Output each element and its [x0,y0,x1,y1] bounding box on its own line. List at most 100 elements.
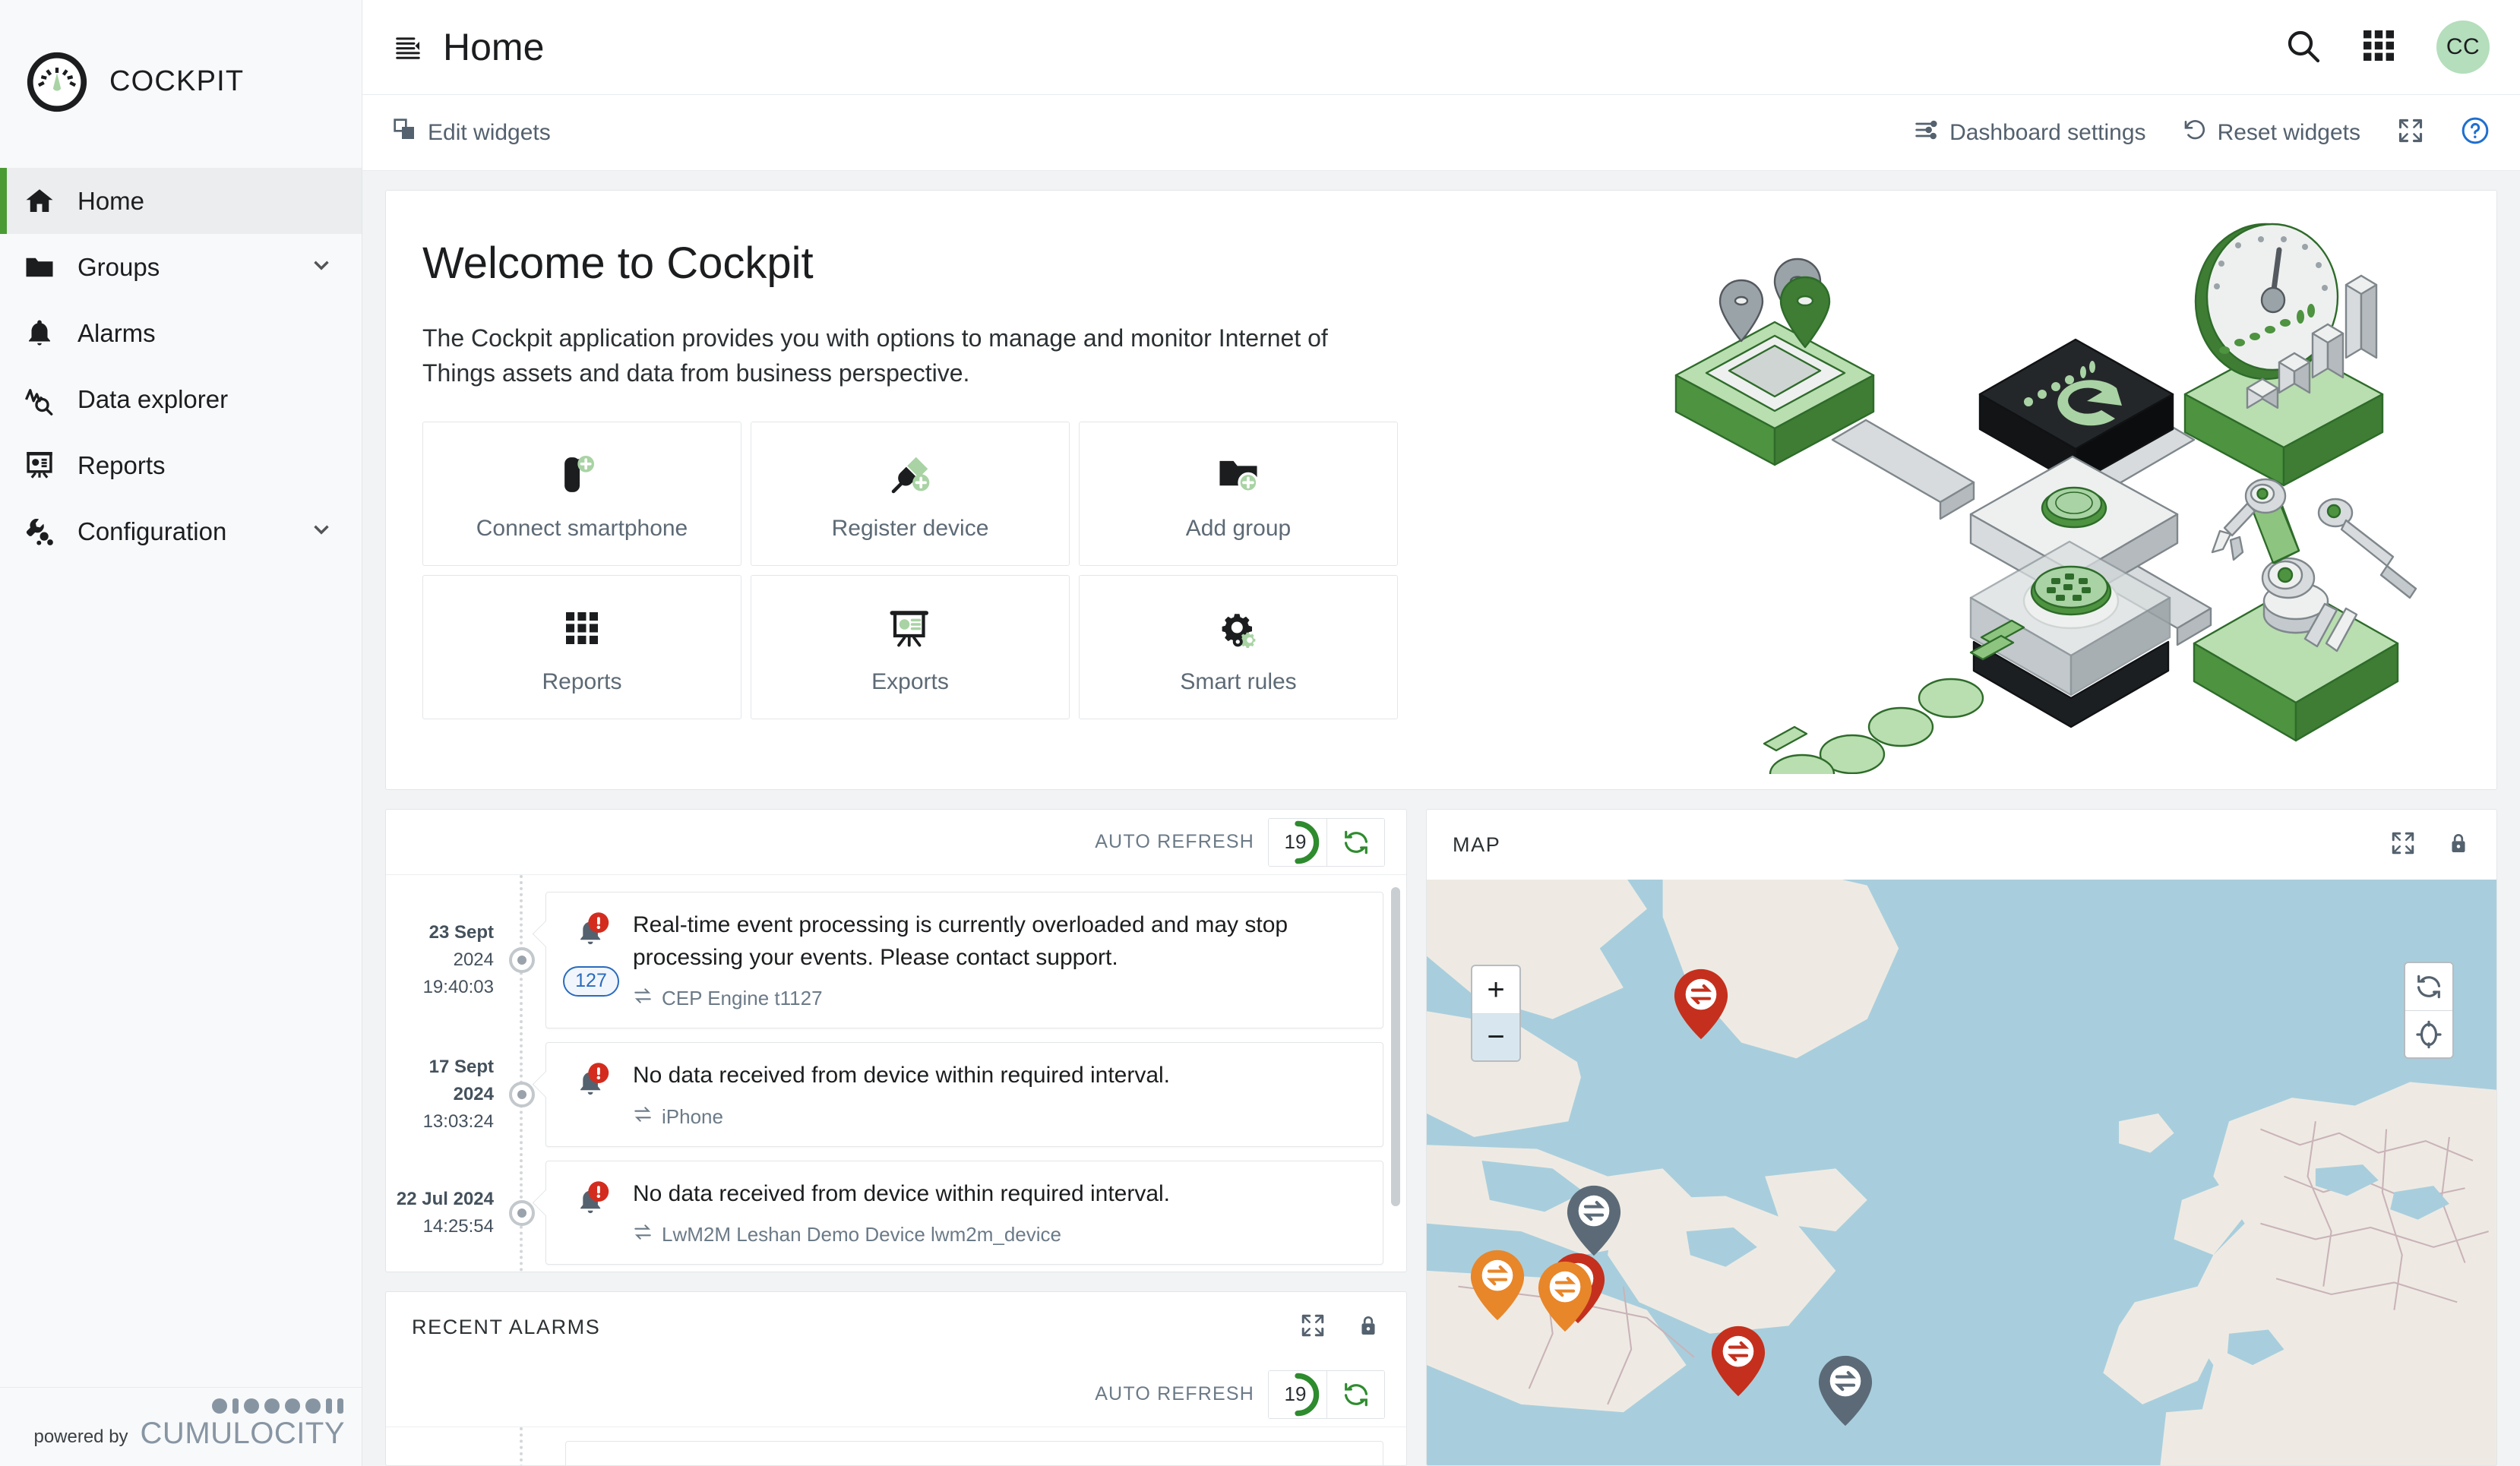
auto-refresh-label: AUTO REFRESH [1095,1383,1254,1404]
list-item[interactable]: 22 Jul 2024 14:25:54 No data received fr… [386,1160,1406,1265]
presentation-icon [21,450,58,482]
brand[interactable]: COCKPIT [0,0,362,163]
sidebar-item-reports[interactable]: Reports [0,432,362,498]
edit-widgets-button[interactable]: Edit widgets [393,118,551,148]
alarm-card[interactable] [565,1441,1383,1465]
right-widget-column: MAP + − [1426,809,2497,1466]
alarms-widget: AUTO REFRESH 19 23 Sept 2024 19:40:03 12… [385,809,1407,1272]
list-item[interactable]: 17 Sept 2024 13:03:24 No data received f… [386,1042,1406,1147]
countdown-value: 19 [1284,830,1307,853]
map-widget: MAP + − [1426,809,2497,1466]
refresh-icon[interactable] [1326,818,1384,866]
reset-widgets-label: Reset widgets [2217,119,2360,145]
sidebar-item-configuration[interactable]: Configuration [0,498,362,564]
alarm-card[interactable]: No data received from device within requ… [545,1160,1383,1265]
map-marker[interactable] [1817,1354,1873,1427]
map-right-control [2404,962,2454,1059]
search-icon[interactable] [2284,27,2321,68]
widget-row: AUTO REFRESH 19 23 Sept 2024 19:40:03 12… [385,809,2497,1466]
plug-plus-icon [887,446,934,504]
tile-reports[interactable]: Reports [422,574,741,719]
chevron-down-icon[interactable] [308,517,334,546]
tile-register-device[interactable]: Register device [751,421,1070,566]
alarm-count-badge: 127 [563,966,619,997]
sidebar-item-alarms[interactable]: Alarms [0,300,362,366]
alarm-list-scrollbar[interactable] [1391,887,1400,1206]
sidebar-item-label: Groups [77,252,160,281]
lock-icon[interactable] [1356,1313,1380,1341]
sidebar-item-home[interactable]: Home [0,168,362,234]
help-circle-icon[interactable] [2461,116,2490,149]
cumulocity-wordmark: CUMULOCITY [140,1417,345,1450]
device-icon [633,986,653,1011]
alarm-source[interactable]: iPhone [633,1104,1363,1130]
expand-icon[interactable] [2397,117,2424,148]
alarm-message: No data received from device within requ… [633,1180,1171,1206]
alarms-refresh-bar: AUTO REFRESH 19 [386,810,1406,875]
tile-label: Add group [1185,515,1292,541]
alarm-card[interactable]: 127 Real-time event processing is curren… [545,892,1383,1029]
map-marker[interactable] [1673,968,1729,1041]
quick-action-tiles: Connect smartphone Register device Add g… [422,421,1465,719]
left-widget-column: AUTO REFRESH 19 23 Sept 2024 19:40:03 12… [385,809,1407,1466]
tile-connect-smartphone[interactable]: Connect smartphone [422,421,741,566]
alarm-critical-icon [572,912,610,957]
sidebar: COCKPIT Home Groups Alarms Data explorer… [0,0,362,1466]
map-canvas[interactable]: + − [1427,880,2496,1465]
chevron-down-icon[interactable] [308,252,334,282]
tile-smart-rules[interactable]: Smart rules [1079,574,1398,719]
sidebar-item-label: Home [77,186,145,215]
map-zoom-out-button[interactable]: − [1472,1013,1519,1060]
timeline-dot-icon [509,1081,535,1107]
bell-icon [21,318,58,349]
expand-icon[interactable] [1300,1313,1326,1342]
lock-icon[interactable] [2446,831,2471,859]
sidebar-item-groups[interactable]: Groups [0,234,362,300]
collapse-sidebar-icon[interactable] [385,33,431,62]
alarm-source[interactable]: CEP Engine t1127 [633,986,1363,1011]
page-title: Home [443,26,545,68]
welcome-widget: Welcome to Cockpit The Cockpit applicati… [385,190,2497,790]
alarm-source[interactable]: LwM2M Leshan Demo Device lwm2m_device [633,1222,1363,1247]
alarm-list: 23 Sept 2024 19:40:03 127 Real-time even… [386,875,1406,1272]
dashboard-toolbar: Edit widgets Dashboard settings Reset wi… [362,95,2520,171]
map-reload-button[interactable] [2405,963,2452,1010]
tile-exports[interactable]: Exports [751,574,1070,719]
map-locate-button[interactable] [2405,1010,2452,1057]
dashboard-settings-label: Dashboard settings [1949,119,2146,145]
sidebar-item-data-explorer[interactable]: Data explorer [0,366,362,432]
map-marker[interactable] [1469,1249,1526,1322]
countdown-value: 19 [1284,1382,1307,1405]
countdown-timer[interactable]: 19 [1269,818,1326,866]
wrench-gear-icon [21,516,58,548]
refresh-icon[interactable] [1326,1370,1384,1418]
dashboard-content: Welcome to Cockpit The Cockpit applicati… [362,171,2520,1466]
alarm-source-label: LwM2M Leshan Demo Device lwm2m_device [662,1223,1061,1246]
expand-icon[interactable] [2390,830,2416,860]
app-root: COCKPIT Home Groups Alarms Data explorer… [0,0,2520,1466]
widget-title: RECENT ALARMS [412,1315,601,1338]
dashboard-settings-button[interactable]: Dashboard settings [1915,118,2146,148]
app-switcher-icon[interactable] [2360,27,2397,68]
map-marker[interactable] [1537,1260,1593,1333]
alarm-card[interactable]: No data received from device within requ… [545,1042,1383,1147]
countdown-timer[interactable]: 19 [1269,1370,1326,1418]
auto-refresh-control: 19 [1268,1370,1385,1419]
alarm-timestamp: 23 Sept 2024 19:40:03 [386,919,500,1001]
map-marker[interactable] [1710,1325,1766,1398]
top-header: Home CC [362,0,2520,95]
alarm-body: Real-time event processing is currently … [633,909,1363,1011]
list-item[interactable]: 23 Sept 2024 19:40:03 127 Real-time even… [386,892,1406,1029]
tile-add-group[interactable]: Add group [1079,421,1398,566]
map-zoom-in-button[interactable]: + [1472,966,1519,1013]
widget-actions [2390,830,2471,860]
main-area: Home CC Edit widgets Dashboard settings … [362,0,2520,1466]
welcome-description: The Cockpit application provides you wit… [422,324,1328,387]
undo-icon [2183,118,2207,148]
avatar[interactable]: CC [2436,21,2490,74]
reset-widgets-button[interactable]: Reset widgets [2183,118,2360,148]
map-marker[interactable] [1566,1184,1622,1257]
alarm-date: 17 Sept 2024 [428,1056,494,1104]
map-header: MAP [1427,810,2496,880]
alarm-message: No data received from device within requ… [633,1063,1171,1088]
